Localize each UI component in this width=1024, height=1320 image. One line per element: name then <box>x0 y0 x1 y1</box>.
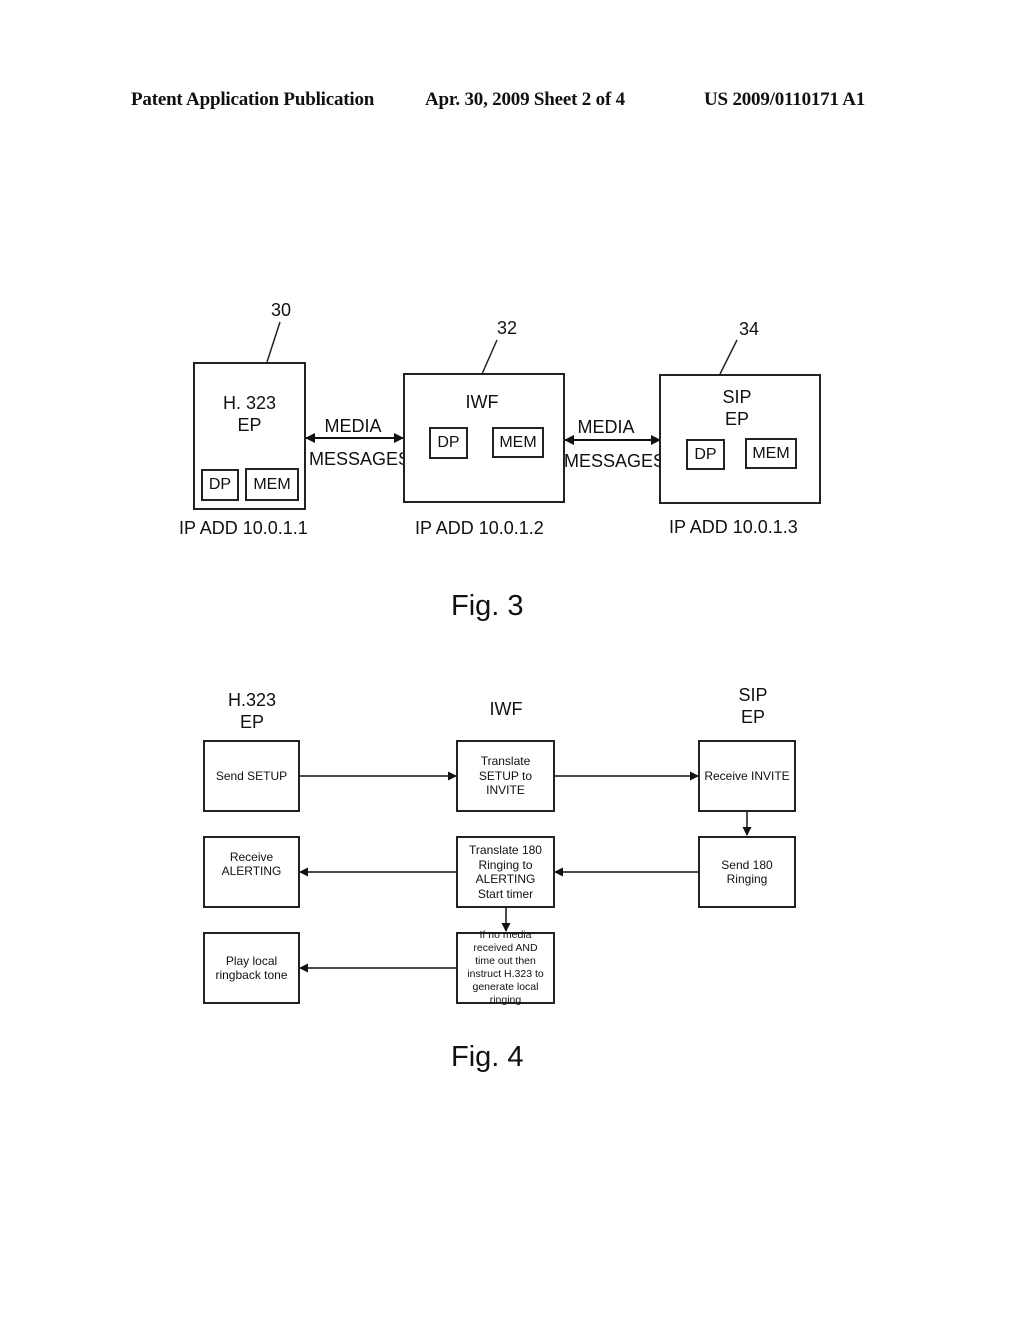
step-receive-invite-text: Receive INVITE <box>704 768 790 783</box>
h323-endpoint-box: H. 323 EP DP MEM <box>193 362 306 510</box>
step-receive-alerting: Receive ALERTING <box>203 836 300 908</box>
step-translate-setup-text: Translate SETUP to INVITE <box>478 754 533 798</box>
step-timeout-instruct: If no media received AND time out then i… <box>456 929 555 1006</box>
h323-mem-box: MEM <box>245 468 299 501</box>
sip-endpoint-title: SIP EP <box>722 387 752 429</box>
step-play-ringback: Play local ringback tone <box>203 932 300 1004</box>
step-play-ringback-text: Play local ringback tone <box>215 953 288 983</box>
h323-ip-address: IP ADD 10.0.1.1 <box>179 518 308 538</box>
link2-media-label: MEDIA <box>577 417 635 437</box>
fig3-connectors <box>266 321 752 973</box>
sip-ip-address: IP ADD 10.0.1.3 <box>669 517 798 537</box>
step-translate-180: Translate 180 Ringing to ALERTING Start … <box>456 836 555 908</box>
h323-dp-box: DP <box>201 469 239 501</box>
ref-leader-32 <box>481 339 498 375</box>
step-receive-alerting-text: Receive ALERTING <box>221 849 282 879</box>
iwf-box: IWF DP MEM <box>403 373 565 503</box>
step-send-setup: Send SETUP <box>203 740 300 812</box>
fig4-caption: Fig. 4 <box>451 1041 524 1073</box>
step-timeout-instruct-text: If no media received AND time out then i… <box>467 929 544 1006</box>
step-receive-invite: Receive INVITE <box>698 740 796 812</box>
sip-dp-box: DP <box>686 439 725 470</box>
step-send-180: Send 180 Ringing <box>698 836 796 908</box>
link1-media-label: MEDIA <box>324 416 382 436</box>
sip-endpoint-box: SIP EP DP MEM <box>659 374 821 504</box>
ref-number-30: 30 <box>271 300 292 320</box>
ref-leader-34 <box>719 339 738 375</box>
iwf-title: IWF <box>465 392 499 412</box>
sip-mem-box: MEM <box>745 438 797 469</box>
step-translate-180-text: Translate 180 Ringing to ALERTING Start … <box>469 843 542 901</box>
step-translate-setup: Translate SETUP to INVITE <box>456 740 555 812</box>
ref-number-34: 34 <box>739 319 760 339</box>
link1-messages-label: MESSAGES <box>309 449 411 469</box>
ref-leader-30 <box>266 321 281 363</box>
column-header-h323: H.323 EP <box>227 690 277 732</box>
iwf-mem-box: MEM <box>492 427 544 458</box>
step-send-180-text: Send 180 Ringing <box>721 857 773 887</box>
h323-endpoint-title: H. 323 EP <box>222 393 277 435</box>
fig3-caption: Fig. 3 <box>451 590 524 622</box>
column-header-iwf: IWF <box>489 699 523 719</box>
column-header-sip: SIP EP <box>738 685 768 727</box>
publication-date-sheet: Apr. 30, 2009 Sheet 2 of 4 <box>425 89 625 110</box>
ref-number-32: 32 <box>497 318 518 338</box>
link2-messages-label: MESSAGES <box>564 451 666 471</box>
publication-number: US 2009/0110171 A1 <box>704 89 866 110</box>
iwf-ip-address: IP ADD 10.0.1.2 <box>415 518 544 538</box>
iwf-dp-box: DP <box>429 427 468 459</box>
step-send-setup-text: Send SETUP <box>215 768 288 783</box>
publication-label: Patent Application Publication <box>131 89 375 110</box>
